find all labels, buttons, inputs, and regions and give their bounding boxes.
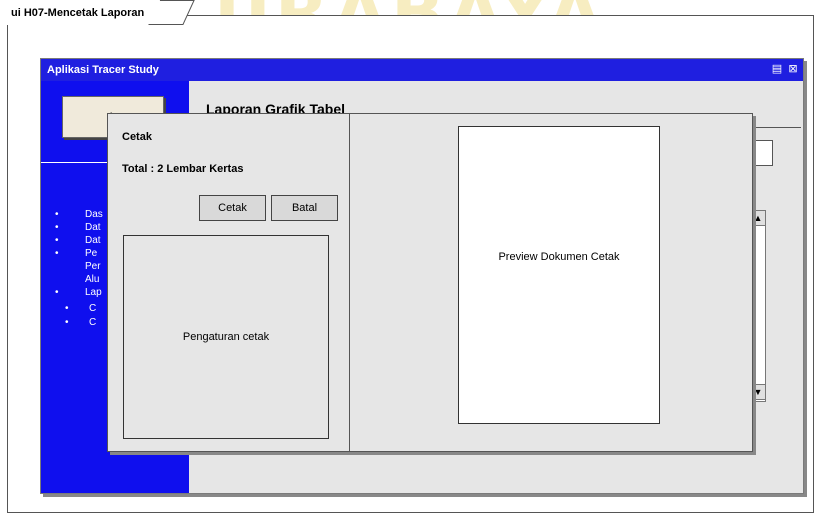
bullet-icon: • [55, 222, 59, 233]
main-divider [751, 127, 801, 128]
print-preview-panel: Preview Dokumen Cetak [458, 126, 660, 424]
dialog-divider [349, 114, 350, 451]
dialog-title: Cetak [122, 131, 152, 143]
sidebar-item-label: C [89, 303, 97, 314]
sidebar-item-label: Per [85, 261, 101, 272]
bullet-icon: • [55, 287, 59, 298]
print-settings-panel[interactable]: Pengaturan cetak [123, 235, 329, 439]
bullet-icon: • [55, 209, 59, 220]
window-title: Aplikasi Tracer Study [47, 64, 159, 76]
page-count-label: Total : 2 Lembar Kertas [122, 163, 244, 175]
close-icon[interactable]: ⊠ [787, 63, 799, 75]
bullet-icon: • [55, 248, 59, 259]
print-button-label: Cetak [218, 202, 247, 214]
bullet-icon: • [65, 303, 69, 314]
print-button[interactable]: Cetak [199, 195, 266, 221]
sidebar-item-label: Pe [85, 248, 98, 259]
cancel-button[interactable]: Batal [271, 195, 338, 221]
frame-label: ui H07-Mencetak Laporan [7, 0, 160, 25]
print-preview-label: Preview Dokumen Cetak [498, 251, 620, 263]
print-dialog: Cetak Total : 2 Lembar Kertas Cetak Bata… [107, 113, 753, 452]
cancel-button-label: Batal [291, 202, 318, 214]
sidebar-item-label: Dat [85, 222, 101, 233]
sidebar-item-label: C [89, 317, 97, 328]
sidebar-item-label: Lap [85, 287, 102, 298]
bullet-icon: • [55, 235, 59, 246]
window-titlebar: Aplikasi Tracer Study [41, 59, 803, 81]
sidebar-item-label: Dat [85, 235, 101, 246]
sidebar-item-label: Das [85, 209, 103, 220]
sidebar-item-label: Alu [85, 274, 100, 285]
maximize-icon[interactable]: ▤ [771, 63, 783, 75]
bullet-icon: • [65, 317, 69, 328]
print-settings-label: Pengaturan cetak [182, 331, 270, 343]
